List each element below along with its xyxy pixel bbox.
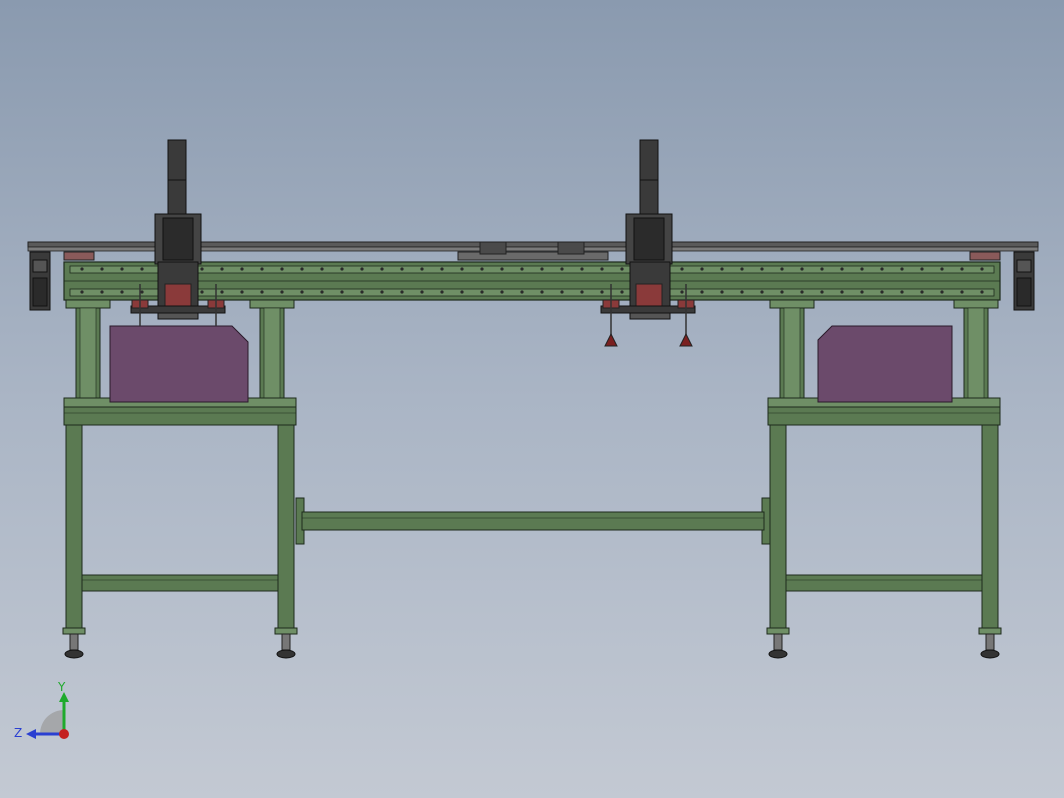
z-axis-label: Z [14,726,22,740]
beam-hole [620,290,624,294]
beam-hole [240,290,244,294]
beam-hole [600,267,604,271]
beam-hole [760,267,764,271]
beam-hole [300,267,304,271]
beam-hole [800,290,804,294]
beam-hole [280,267,284,271]
beam-hole [100,267,104,271]
beam-hole [340,290,344,294]
beam-hole [840,267,844,271]
beam-hole [260,290,264,294]
beam-hole [460,290,464,294]
beam-hole [140,290,144,294]
beam-hole [700,267,704,271]
beam-hole [880,267,884,271]
beam-hole [480,290,484,294]
beam-hole [520,290,524,294]
beam-hole [440,267,444,271]
beam-hole [820,267,824,271]
beam-hole [720,290,724,294]
beam-hole [900,267,904,271]
beam-hole [560,290,564,294]
beam-hole [800,267,804,271]
beam-hole [600,290,604,294]
beam-hole [920,290,924,294]
beam-hole [200,290,204,294]
z-axis-arrowhead-icon [26,729,36,739]
beam-hole [560,267,564,271]
beam-hole [880,290,884,294]
coordinate-triad: Y Z [14,680,69,740]
beam-hole [860,290,864,294]
beam-hole [300,290,304,294]
y-axis-label: Y [57,680,66,694]
beam-hole [940,290,944,294]
beam-hole [980,290,984,294]
beam-hole [100,290,104,294]
main-linear-beam [63,261,1001,301]
beam-hole [820,290,824,294]
beam-hole [420,267,424,271]
beam-hole [220,267,224,271]
beam-hole [540,290,544,294]
beam-hole [340,267,344,271]
beam-hole [400,267,404,271]
beam-hole [140,267,144,271]
beam-hole [280,290,284,294]
beam-hole [780,290,784,294]
beam-hole [500,290,504,294]
beam-hole [320,267,324,271]
beam-hole [120,267,124,271]
beam-hole [860,267,864,271]
beam-hole [740,290,744,294]
beam-hole [960,267,964,271]
beam-hole [500,267,504,271]
beam-hole [220,290,224,294]
beam-hole [460,267,464,271]
beam-hole [700,290,704,294]
beam-hole [920,267,924,271]
beam-hole [420,290,424,294]
beam-hole [780,267,784,271]
beam-hole [680,267,684,271]
beam-hole [240,267,244,271]
beam-hole [80,267,84,271]
beam-hole [680,290,684,294]
triad-quadrant-icon [40,710,64,734]
beam-hole [260,267,264,271]
beam-hole [440,290,444,294]
beam-hole [360,267,364,271]
beam-hole [520,267,524,271]
beam-hole [620,267,624,271]
triad-origin-icon [59,729,69,739]
beam-hole [120,290,124,294]
beam-hole [360,290,364,294]
beam-hole [380,267,384,271]
beam-hole [380,290,384,294]
beam-hole [320,290,324,294]
beam-hole [580,267,584,271]
beam-hole [900,290,904,294]
beam-hole [480,267,484,271]
beam-hole [80,290,84,294]
beam-hole [940,267,944,271]
right-enclosure-panel [817,325,953,403]
beam-hole [200,267,204,271]
beam-hole [400,290,404,294]
beam-hole [580,290,584,294]
beam-hole [960,290,964,294]
beam-hole [540,267,544,271]
beam-hole [980,267,984,271]
beam-hole [720,267,724,271]
beam-hole [760,290,764,294]
gantry-assembly-drawing: Y Z [14,139,1039,740]
left-enclosure-panel [109,325,249,403]
beam-hole [740,267,744,271]
beam-hole [840,290,844,294]
cad-viewport[interactable]: Y Z [0,0,1064,798]
center-crossbar [295,497,771,545]
